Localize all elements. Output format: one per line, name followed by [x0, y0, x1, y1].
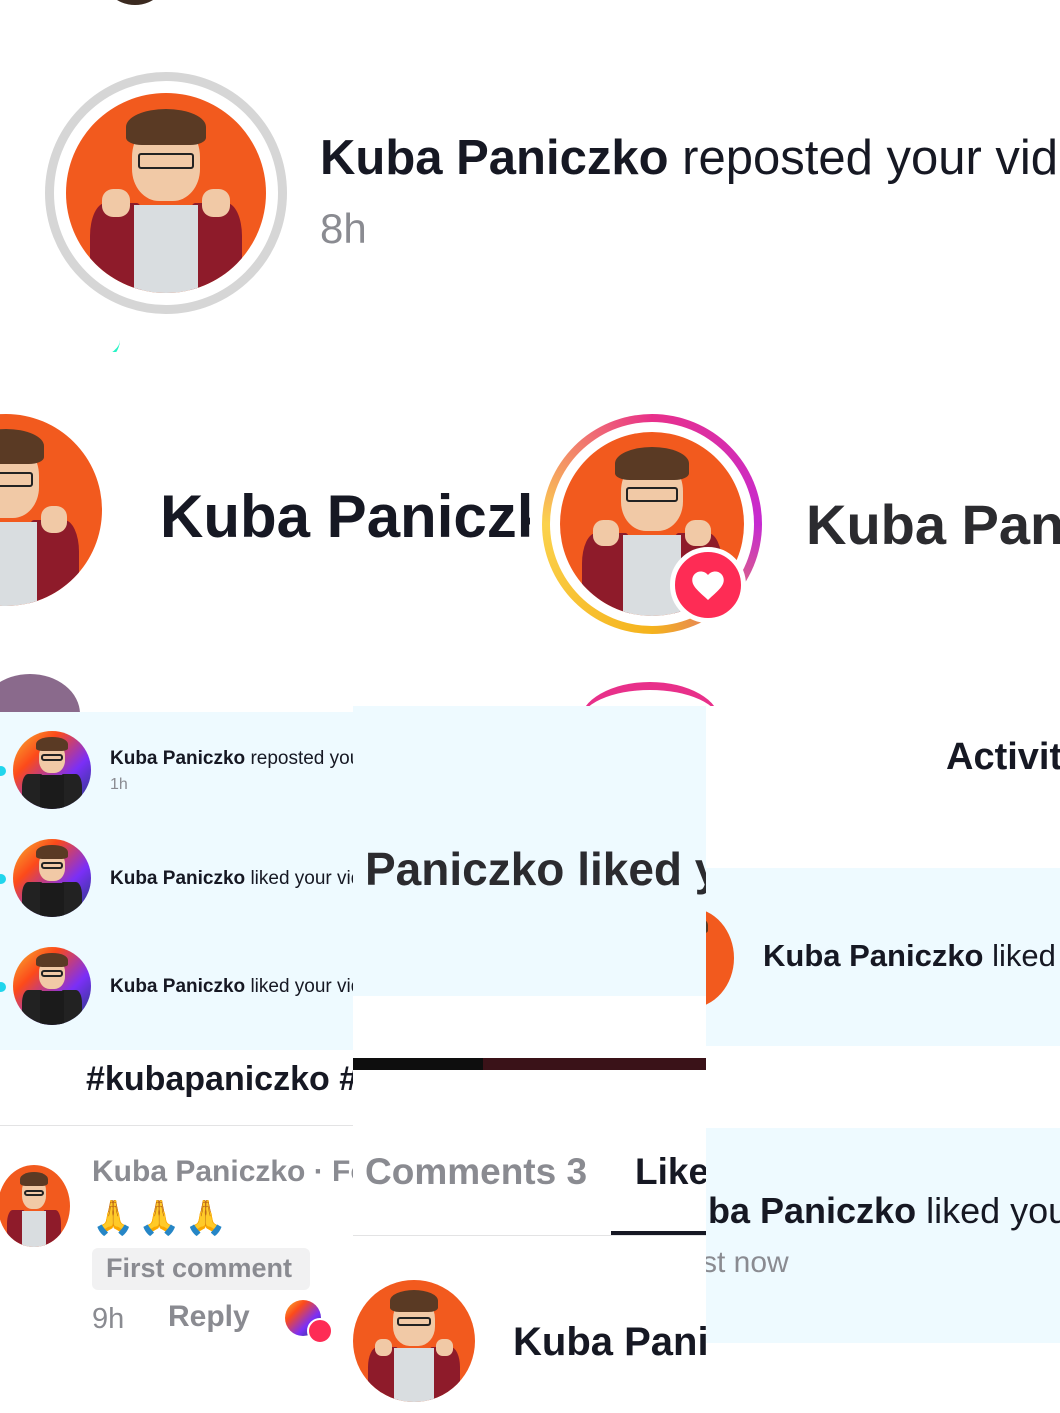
activity-time: 1h — [110, 776, 128, 793]
repost-notification-panel: Kuba Paniczko reposted your vid 8h — [0, 0, 1060, 352]
comment-panel: #kubapaniczko # Kuba Paniczko · Fo 🙏🙏🙏 F… — [0, 1050, 353, 1413]
user-name-large[interactable]: Kuba Paniczk — [160, 482, 530, 551]
comment-time: 9h — [92, 1303, 125, 1335]
mid-left-panel: Kuba Paniczk — [0, 352, 530, 712]
activity-text: Kuba Paniczko liked your vide — [110, 868, 353, 889]
right-liked-panel-1: Kuba Paniczko liked y — [706, 868, 1060, 1046]
pinned-badge: First comment — [92, 1248, 310, 1290]
heart-icon — [307, 1318, 333, 1344]
notification-action: reposted your vid — [682, 131, 1059, 185]
user-name[interactable]: Kuba Pani — [513, 1320, 706, 1365]
user-name-large[interactable]: Kuba Pan — [806, 492, 1060, 557]
activity-text: Kuba Paniczko liked your vide — [110, 976, 353, 997]
white-gap-right — [706, 1046, 1060, 1128]
liked-large-panel: Paniczko liked yo — [353, 706, 706, 996]
mid-right-panel: Kuba Pan — [530, 352, 1060, 712]
user-avatar[interactable] — [706, 908, 734, 1008]
notification-text[interactable]: Kuba Paniczko reposted your vid — [320, 128, 1060, 188]
pinned-label: First comment — [106, 1253, 293, 1283]
user-name: Kuba Paniczko — [320, 131, 669, 185]
notification-time: 8h — [320, 205, 367, 252]
user-avatar[interactable] — [66, 93, 266, 293]
activity-list-panel: Kuba Paniczko reposted your 1h Kuba Pani… — [0, 712, 353, 1050]
hashtags[interactable]: #kubapaniczko # — [86, 1060, 353, 1099]
user-avatar[interactable] — [13, 839, 91, 917]
reply-button[interactable]: Reply — [168, 1300, 250, 1334]
tab-comments[interactable]: Comments 3 — [365, 1151, 587, 1193]
activity-text[interactable]: ba Paniczko liked you — [708, 1190, 1060, 1232]
white-gap — [353, 996, 706, 1058]
unread-dot — [0, 766, 6, 776]
user-avatar[interactable] — [13, 731, 91, 809]
unread-dot — [0, 982, 6, 992]
user-avatar-large[interactable] — [0, 414, 102, 606]
video-progress-fill — [353, 1058, 483, 1070]
clipped-text-top — [14, 1050, 54, 1054]
tab-likes[interactable]: Like — [635, 1151, 706, 1193]
comment-author[interactable]: Kuba Paniczko · Fo — [92, 1155, 353, 1189]
user-avatar[interactable] — [353, 1280, 475, 1402]
commenter-avatar[interactable] — [0, 1165, 70, 1247]
list-item[interactable]: Kuba Paniczko liked your vide — [0, 944, 353, 1032]
purple-avatar-peek — [0, 674, 80, 712]
white-gap-bottom — [706, 1343, 1060, 1413]
activity-text[interactable]: Kuba Paniczko liked y — [763, 938, 1060, 974]
tabs-divider — [353, 1235, 706, 1236]
liked-text[interactable]: Paniczko liked yo — [365, 842, 706, 896]
divider — [0, 1125, 353, 1126]
tabs-panel: Comments 3 Like Kuba Pani — [353, 1058, 706, 1413]
activity-header-panel: Activit — [706, 706, 1060, 868]
activity-time: st now — [706, 1246, 789, 1279]
activity-text: Kuba Paniczko reposted your — [110, 748, 353, 769]
comment-emoji: 🙏🙏🙏 — [92, 1199, 232, 1237]
user-avatar[interactable] — [13, 947, 91, 1025]
page-title: Activit — [946, 736, 1060, 778]
unread-dot — [0, 874, 6, 884]
list-item[interactable]: Kuba Paniczko liked your vide — [0, 836, 353, 924]
list-item[interactable]: Kuba Paniczko reposted your 1h — [0, 728, 353, 816]
teal-arc — [0, 300, 120, 352]
right-liked-panel-2: ba Paniczko liked you st now — [706, 1128, 1060, 1343]
avatar-peek-top — [100, 0, 170, 5]
heart-icon — [670, 547, 746, 623]
